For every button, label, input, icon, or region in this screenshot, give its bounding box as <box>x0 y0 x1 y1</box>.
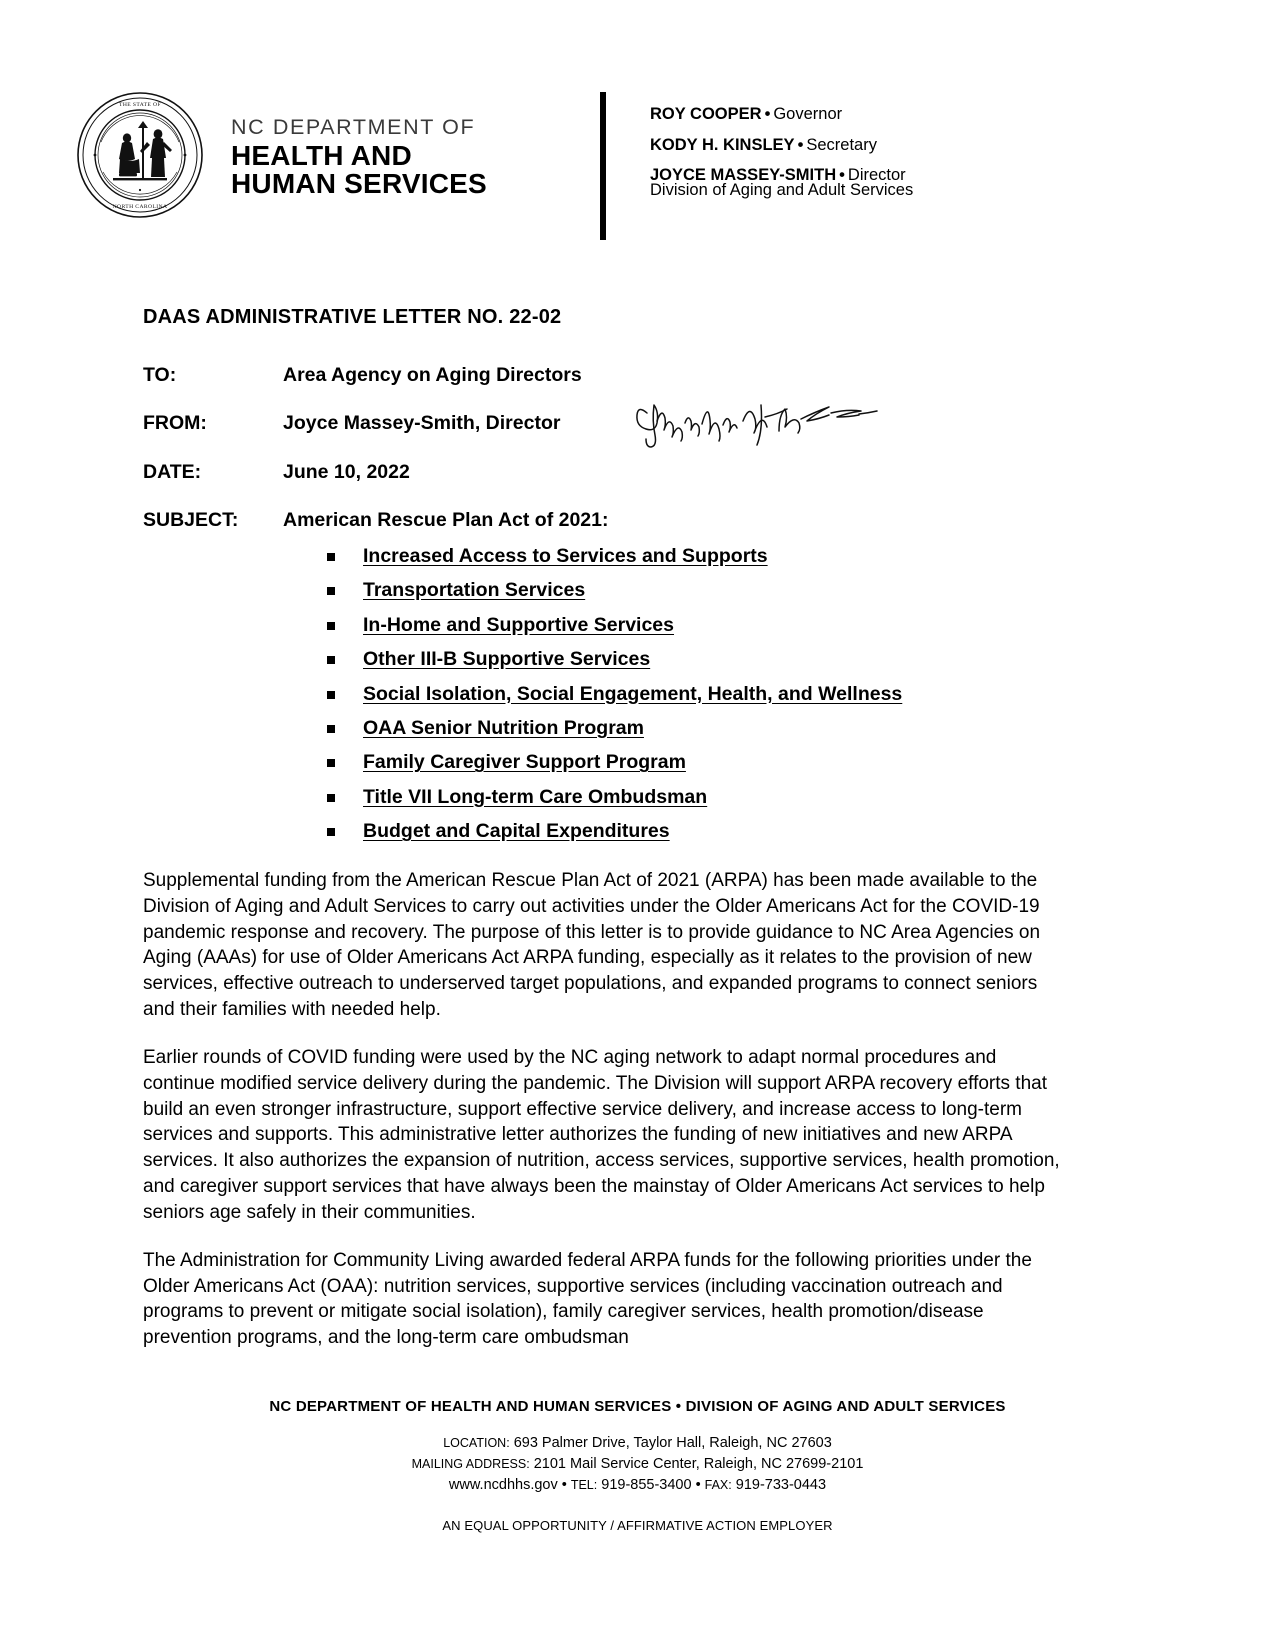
list-item-label: Budget and Capital Expenditures <box>363 820 670 843</box>
footer-equal-opportunity: AN EQUAL OPPORTUNITY / AFFIRMATIVE ACTIO… <box>442 1518 833 1534</box>
footer-tel-label: TEL: <box>570 1478 598 1493</box>
square-bullet-icon <box>327 724 335 733</box>
official-name: KODY H. KINSLEY <box>650 135 795 154</box>
svg-text:THE STATE OF: THE STATE OF <box>119 102 161 108</box>
list-item[interactable]: Social Isolation, Social Engagement, Hea… <box>327 682 1073 705</box>
memo-row-date: DATE: June 10, 2022 <box>143 460 1073 483</box>
official-name: ROY COOPER <box>650 105 762 123</box>
subject-topic-list: Increased Access to Services and Support… <box>283 544 1073 843</box>
memo-value-to: Area Agency on Aging Directors <box>283 364 582 386</box>
footer-mailing-value: 2101 Mail Service Center, Raleigh, NC 27… <box>533 1456 864 1473</box>
footer-location-value: 693 Palmer Drive, Taylor Hall, Raleigh, … <box>513 1435 832 1451</box>
list-item[interactable]: Increased Access to Services and Support… <box>327 544 1073 567</box>
paragraph: The Administration for Community Living … <box>143 1249 1032 1349</box>
official-secretary: KODY H. KINSLEY • Secretary <box>650 135 1050 154</box>
memo-label-from: FROM: <box>143 412 207 435</box>
official-governor: ROY COOPER • Governor <box>650 106 1050 123</box>
state-seal-icon: THE STATE OF NORTH CAROLINA <box>75 90 205 220</box>
footer-location-line: LOCATION: 693 Palmer Drive, Taylor Hall,… <box>0 1433 1275 1454</box>
list-item[interactable]: Budget and Capital Expenditures <box>327 821 1073 842</box>
square-bullet-icon <box>327 656 335 665</box>
list-item[interactable]: In-Home and Supportive Services <box>327 613 1073 636</box>
footer-mailing-label: MAILING ADDRESS: <box>411 1457 530 1472</box>
footer-website-link[interactable]: www.ncdhhs.gov <box>449 1477 558 1493</box>
svg-text:NORTH CAROLINA: NORTH CAROLINA <box>113 204 168 210</box>
division-name: Division of Aging and Adult Services <box>650 180 914 199</box>
list-item[interactable]: OAA Senior Nutrition Program <box>327 716 1073 739</box>
list-item[interactable]: Title VII Long-term Care Ombudsman <box>327 785 1073 808</box>
square-bullet-icon <box>327 690 335 699</box>
letterhead: THE STATE OF NORTH CAROLINA NC DEPARTMEN… <box>75 88 975 240</box>
square-bullet-icon <box>327 828 335 837</box>
list-item[interactable]: Transportation Services <box>327 579 1073 602</box>
square-bullet-icon <box>327 793 335 802</box>
letterhead-divider <box>600 92 606 240</box>
memo-row-to: TO: Area Agency on Aging Directors <box>143 364 1073 386</box>
footer-mailing-line: MAILING ADDRESS: 2101 Mail Service Cente… <box>0 1454 1275 1475</box>
list-item-label: OAA Senior Nutrition Program <box>363 716 644 739</box>
official-title: Secretary <box>806 135 877 154</box>
bullet-separator: • <box>764 105 771 123</box>
footer-tel-value: 919-855-3400 <box>601 1477 692 1494</box>
footer-separator: • <box>695 1477 701 1494</box>
square-bullet-icon <box>327 759 335 768</box>
memo-label-to: TO: <box>143 364 177 386</box>
list-item[interactable]: Other III-B Supportive Services <box>327 648 1073 671</box>
page-title: DAAS ADMINISTRATIVE LETTER NO. 22-02 <box>143 306 562 328</box>
list-item-label: In-Home and Supportive Services <box>363 613 675 636</box>
footer-location-label: LOCATION: <box>443 1436 510 1450</box>
paragraph: Earlier rounds of COVID funding were use… <box>143 1046 1060 1223</box>
document-page: THE STATE OF NORTH CAROLINA NC DEPARTMEN… <box>0 0 1275 1650</box>
list-item-label: Increased Access to Services and Support… <box>363 544 768 567</box>
bullet-separator: • <box>797 135 804 154</box>
list-item[interactable]: Family Caregiver Support Program <box>327 752 1073 773</box>
footer-fax-label: FAX: <box>704 1478 732 1493</box>
official-title: Governor <box>773 105 843 123</box>
wordmark-line-health-and: HEALTH AND <box>231 139 412 171</box>
list-item-label: Social Isolation, Social Engagement, Hea… <box>363 682 903 705</box>
memo-value-from: Joyce Massey-Smith, Director <box>283 412 561 435</box>
footer-agency-line: NC DEPARTMENT OF HEALTH AND HUMAN SERVIC… <box>269 1398 1006 1415</box>
department-wordmark: NC DEPARTMENT OF HEALTH AND HUMAN SERVIC… <box>231 116 487 198</box>
body-paragraphs: Supplemental funding from the American R… <box>143 868 1073 1373</box>
officials-block: ROY COOPER • Governor KODY H. KINSLEY • Secr… <box>650 106 1050 198</box>
wordmark-line-human-services: HUMAN SERVICES <box>231 167 487 199</box>
memo-row-subject: SUBJECT: American Rescue Plan Act of 202… <box>143 509 1073 855</box>
list-item-label: Transportation Services <box>363 579 586 602</box>
paragraph: Supplemental funding from the American R… <box>143 870 1041 1021</box>
list-item-label: Family Caregiver Support Program <box>363 751 686 774</box>
memo-value-date: June 10, 2022 <box>283 460 410 483</box>
list-item-label: Other III-B Supportive Services <box>363 648 651 671</box>
footer-separator: • <box>561 1477 567 1494</box>
memo-label-subject: SUBJECT: <box>143 509 239 532</box>
memo-value-subject: American Rescue Plan Act of 2021: <box>283 509 609 532</box>
signature-image <box>633 391 883 453</box>
square-bullet-icon <box>327 552 335 561</box>
wordmark-line-nc-department-of: NC DEPARTMENT OF <box>231 115 476 139</box>
list-item-label: Title VII Long-term Care Ombudsman <box>363 785 708 808</box>
footer-fax-value: 919-733-0443 <box>735 1477 827 1494</box>
square-bullet-icon <box>327 587 335 596</box>
memo-label-date: DATE: <box>143 460 202 483</box>
footer-contact-line: www.ncdhhs.gov • TEL: 919-855-3400 • FAX: 91… <box>0 1475 1275 1496</box>
page-footer: NC DEPARTMENT OF HEALTH AND HUMAN SERVIC… <box>0 1398 1275 1533</box>
memo-block: TO: Area Agency on Aging Directors FROM:… <box>143 364 1073 856</box>
memo-row-from: FROM: Joyce Massey-Smith, Director <box>143 404 1073 449</box>
square-bullet-icon <box>327 621 335 630</box>
